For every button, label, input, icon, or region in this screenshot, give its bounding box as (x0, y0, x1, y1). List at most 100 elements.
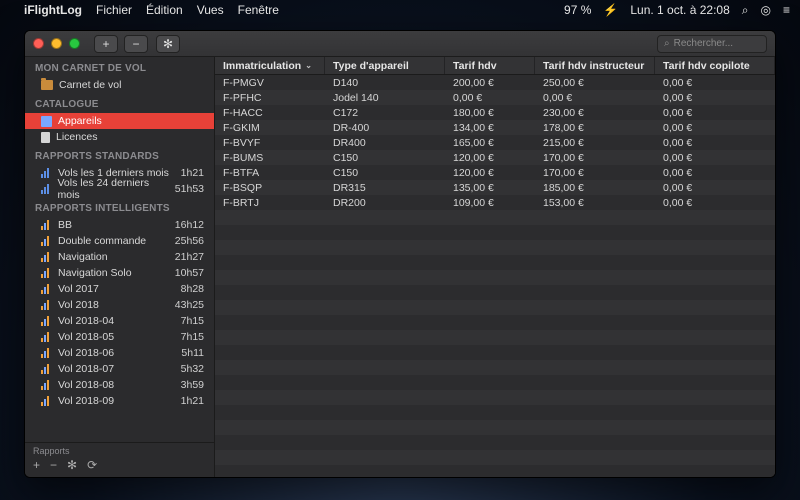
sidebar-item-label: Licences (56, 131, 97, 143)
table-row-empty (215, 300, 775, 315)
sidebar-item[interactable]: Licences (25, 129, 214, 145)
sidebar-item[interactable]: Vol 2018-083h59 (25, 377, 214, 393)
sidebar-item[interactable]: Navigation 21h27 (25, 249, 214, 265)
table-cell: 153,00 € (535, 195, 655, 210)
sidebar-item-label: Vol 2018-05 (58, 331, 114, 343)
col-tarif-copilote[interactable]: Tarif hdv copilote (655, 57, 775, 74)
table-row[interactable]: F-BVYFDR400165,00 €215,00 €0,00 € (215, 135, 775, 150)
col-type[interactable]: Type d'appareil (325, 57, 445, 74)
sidebar-item[interactable]: Vol 2018-075h32 (25, 361, 214, 377)
search-placeholder: Rechercher... (674, 38, 733, 49)
sidebar-item-label: Vol 2018-06 (58, 347, 114, 359)
bars-icon (41, 268, 52, 278)
col-label: Tarif hdv (453, 60, 497, 72)
siri-icon[interactable]: ◎ (761, 3, 771, 17)
bars-blue-icon (41, 184, 51, 194)
col-tarif-instructeur[interactable]: Tarif hdv instructeur (535, 57, 655, 74)
sidebar-item-label: Vol 2018-04 (58, 315, 114, 327)
sidebar-item-label: Vol 2018 (58, 299, 99, 311)
sidebar-item[interactable]: Vols les 24 derniers mois51h53 (25, 181, 214, 197)
sidebar-item-badge: 7h15 (181, 331, 204, 343)
bars-icon (41, 236, 52, 246)
footer-add-button[interactable]: + (33, 458, 40, 472)
sidebar-item[interactable]: Vol 2018-09 1h21 (25, 393, 214, 409)
table-row-empty (215, 270, 775, 285)
menu-fichier[interactable]: Fichier (96, 3, 132, 17)
sidebar-item-label: Navigation (58, 251, 108, 263)
sidebar-item[interactable]: Vol 2018 43h25 (25, 297, 214, 313)
sidebar-item[interactable]: Carnet de vol (25, 77, 214, 93)
folder-icon (41, 80, 53, 90)
bars-blue-icon (41, 168, 52, 178)
table-cell: DR-400 (325, 120, 445, 135)
table-cell: 0,00 € (445, 90, 535, 105)
table-cell: DR400 (325, 135, 445, 150)
sidebar-item-badge: 5h11 (181, 347, 204, 359)
sidebar-item[interactable]: Double commande25h56 (25, 233, 214, 249)
sidebar-item[interactable]: Vol 2018-06 5h11 (25, 345, 214, 361)
table-row[interactable]: F-BUMSC150120,00 €170,00 €0,00 € (215, 150, 775, 165)
table-row-empty (215, 360, 775, 375)
app-menu[interactable]: iFlightLog (24, 3, 82, 17)
footer-remove-button[interactable]: − (50, 458, 57, 472)
sidebar-item[interactable]: BB16h12 (25, 217, 214, 233)
menu-fenetre[interactable]: Fenêtre (238, 3, 279, 17)
minimize-button[interactable] (51, 38, 62, 49)
table-cell: 0,00 € (655, 105, 775, 120)
close-button[interactable] (33, 38, 44, 49)
sidebar-item-label: Vol 2018-09 (58, 395, 114, 407)
sidebar-item[interactable]: Vol 2018-047h15 (25, 313, 214, 329)
search-input[interactable]: ⌕ Rechercher... (657, 35, 767, 53)
sidebar-item-badge: 43h25 (175, 299, 204, 311)
table-row[interactable]: F-PMGVD140200,00 €250,00 €0,00 € (215, 75, 775, 90)
battery-icon[interactable]: ⚡ (603, 3, 618, 17)
bars-icon (41, 220, 52, 230)
zoom-button[interactable] (69, 38, 80, 49)
toolbar-settings-button[interactable]: ✻ (156, 35, 180, 53)
table-row[interactable]: F-PFHCJodel 1400,00 €0,00 €0,00 € (215, 90, 775, 105)
footer-refresh-button[interactable]: ⟳ (87, 458, 97, 472)
table-row[interactable]: F-HACCC172180,00 €230,00 €0,00 € (215, 105, 775, 120)
table-cell: 0,00 € (655, 165, 775, 180)
toolbar-remove-button[interactable]: − (124, 35, 148, 53)
table-cell: F-BTFA (215, 165, 325, 180)
table-body[interactable]: F-PMGVD140200,00 €250,00 €0,00 €F-PFHCJo… (215, 75, 775, 477)
sidebar-item[interactable]: Vol 2018-05 7h15 (25, 329, 214, 345)
sidebar-section-title: RAPPORTS STANDARDS (25, 145, 214, 165)
spotlight-icon[interactable]: ⌕ (742, 3, 749, 18)
table-cell: F-BUMS (215, 150, 325, 165)
table-cell: Jodel 140 (325, 90, 445, 105)
menu-vues[interactable]: Vues (197, 3, 224, 17)
table-cell: 170,00 € (535, 165, 655, 180)
table-cell: C172 (325, 105, 445, 120)
sidebar-item[interactable]: Navigation Solo10h57 (25, 265, 214, 281)
table-row-empty (215, 315, 775, 330)
table-row[interactable]: F-BRTJDR200109,00 €153,00 €0,00 € (215, 195, 775, 210)
table-cell: 120,00 € (445, 150, 535, 165)
sidebar: MON CARNET DE VOLCarnet de volCATALOGUEA… (25, 57, 215, 477)
menubar-datetime[interactable]: Lun. 1 oct. à 22:08 (630, 3, 729, 17)
footer-gear-button[interactable]: ✻ (67, 458, 77, 472)
window-titlebar[interactable]: + − ✻ ⌕ Rechercher... (25, 31, 775, 57)
sidebar-item-badge: 1h21 (181, 395, 204, 407)
table-cell: F-GKIM (215, 120, 325, 135)
bars-icon (41, 316, 52, 326)
menu-edition[interactable]: Édition (146, 3, 183, 17)
sidebar-item-badge: 21h27 (175, 251, 204, 263)
notification-center-icon[interactable]: ≡ (783, 3, 790, 17)
table-row-empty (215, 420, 775, 435)
bars-icon (41, 284, 52, 294)
table-cell: F-BSQP (215, 180, 325, 195)
col-tarif-hdv[interactable]: Tarif hdv (445, 57, 535, 74)
table-row[interactable]: F-BTFAC150120,00 €170,00 €0,00 € (215, 165, 775, 180)
table-row-empty (215, 225, 775, 240)
col-label: Tarif hdv instructeur (543, 60, 644, 72)
toolbar-add-button[interactable]: + (94, 35, 118, 53)
sidebar-item[interactable]: Vol 20178h28 (25, 281, 214, 297)
bars-icon (41, 348, 52, 358)
table-row[interactable]: F-GKIMDR-400134,00 €178,00 €0,00 € (215, 120, 775, 135)
sidebar-item-badge: 25h56 (175, 235, 204, 247)
col-immatriculation[interactable]: Immatriculation ⌄ (215, 57, 325, 74)
table-row[interactable]: F-BSQPDR315135,00 €185,00 €0,00 € (215, 180, 775, 195)
sidebar-item[interactable]: Appareils (25, 113, 214, 129)
